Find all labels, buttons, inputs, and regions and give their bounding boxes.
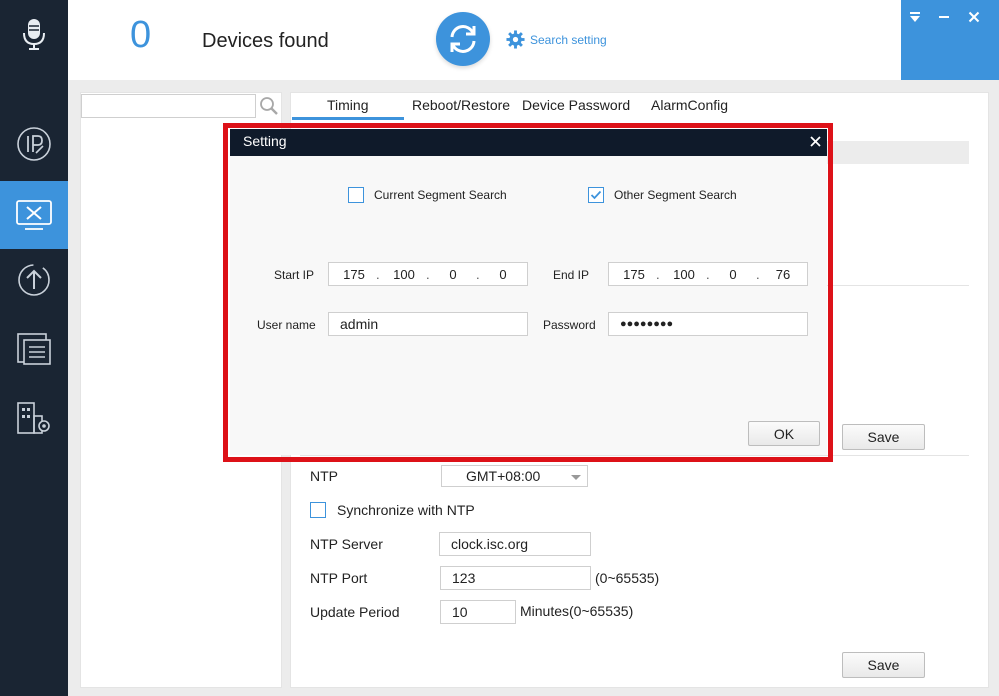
ntp-server-input[interactable]: clock.isc.org	[439, 532, 591, 556]
sync-ntp-label: Synchronize with NTP	[337, 502, 475, 518]
sidebar	[0, 0, 68, 696]
upgrade-icon	[18, 264, 50, 296]
ip-separator: .	[706, 267, 710, 282]
refresh-search-button[interactable]	[436, 12, 490, 66]
dialog-close-button[interactable]	[806, 131, 824, 151]
ntp-port-input[interactable]: 123	[440, 566, 591, 590]
ip-octet[interactable]: 0	[488, 267, 518, 282]
search-icon	[260, 97, 278, 115]
devices-found-label: Devices found	[202, 30, 329, 52]
config-tabs: Timing Reboot/Restore Device Password Al…	[290, 92, 989, 120]
close-icon	[968, 11, 980, 23]
ip-octet[interactable]: 100	[669, 267, 699, 282]
ip-icon	[17, 127, 51, 161]
refresh-icon	[450, 25, 476, 53]
menu-down-icon	[910, 12, 920, 22]
end-ip-label: End IP	[553, 268, 590, 282]
microphone-icon	[23, 19, 45, 50]
tab-reboot-restore[interactable]: Reboot/Restore	[412, 97, 510, 113]
device-search-button[interactable]	[259, 96, 279, 116]
sidebar-item-device-config[interactable]	[0, 181, 68, 249]
tab-device-password[interactable]: Device Password	[522, 97, 630, 113]
sidebar-item-upgrade[interactable]	[0, 246, 68, 314]
sidebar-item-document[interactable]	[0, 315, 68, 383]
timezone-value: GMT+08:00	[466, 468, 541, 484]
other-segment-checkbox[interactable]	[588, 187, 604, 203]
building-settings-icon	[17, 402, 50, 434]
ip-separator: .	[656, 267, 660, 282]
sidebar-item-building[interactable]	[0, 384, 68, 452]
gear-icon	[506, 30, 525, 49]
tab-timing[interactable]: Timing	[327, 97, 369, 113]
timezone-select[interactable]: GMT+08:00	[441, 465, 588, 487]
search-setting-dialog	[230, 129, 827, 455]
ip-separator: .	[476, 267, 480, 282]
ip-separator: .	[756, 267, 760, 282]
update-period-label: Update Period	[310, 604, 400, 620]
save-ntp-button[interactable]: Save	[842, 652, 925, 678]
device-search-input[interactable]	[81, 94, 256, 118]
ip-octet[interactable]: 0	[438, 267, 468, 282]
current-segment-checkbox[interactable]	[348, 187, 364, 203]
password-label: Password	[543, 318, 596, 332]
chevron-down-icon	[571, 475, 581, 480]
document-list-icon	[17, 333, 51, 365]
ip-separator: .	[376, 267, 380, 282]
close-icon	[809, 135, 821, 147]
ntp-port-range: (0~65535)	[595, 570, 660, 586]
ip-octet[interactable]: 100	[389, 267, 419, 282]
device-config-icon	[16, 200, 52, 230]
active-tab-indicator	[292, 117, 404, 120]
ip-octet[interactable]: 0	[718, 267, 748, 282]
minimize-button[interactable]	[935, 8, 953, 26]
search-setting-label: Search setting	[530, 32, 607, 47]
checkmark-icon	[590, 190, 602, 200]
ip-separator: .	[426, 267, 430, 282]
dialog-title: Setting	[243, 133, 287, 149]
end-ip-input[interactable]: 175 . 100 . 0 . 76	[608, 262, 808, 286]
ip-octet[interactable]: 175	[339, 267, 369, 282]
sidebar-item-ip[interactable]	[0, 110, 68, 178]
other-segment-label: Other Segment Search	[614, 188, 737, 202]
start-ip-label: Start IP	[274, 268, 315, 282]
update-period-unit: Minutes(0~65535)	[520, 603, 634, 619]
search-setting-link[interactable]: Search setting	[506, 30, 607, 49]
ip-octet[interactable]: 76	[768, 267, 798, 282]
username-label: User name	[257, 318, 316, 332]
current-segment-label: Current Segment Search	[374, 188, 507, 202]
ip-octet[interactable]: 175	[619, 267, 649, 282]
password-input[interactable]: ●●●●●●●●	[608, 312, 808, 336]
device-count: 0	[130, 14, 152, 56]
menu-dropdown-button[interactable]	[906, 8, 924, 26]
update-period-input[interactable]: 10	[440, 600, 516, 624]
sidebar-item-voice[interactable]	[0, 0, 68, 68]
ok-button[interactable]: OK	[748, 421, 820, 446]
dialog-title-bar	[230, 129, 827, 156]
save-button[interactable]: Save	[842, 424, 925, 450]
ntp-server-label: NTP Server	[310, 536, 383, 552]
username-input[interactable]: admin	[328, 312, 528, 336]
minimize-icon	[939, 16, 949, 18]
tab-alarm-config[interactable]: AlarmConfig	[651, 97, 728, 113]
start-ip-input[interactable]: 175 . 100 . 0 . 0	[328, 262, 528, 286]
ntp-label: NTP	[310, 468, 338, 484]
sync-ntp-checkbox[interactable]	[310, 502, 326, 518]
ntp-port-label: NTP Port	[310, 570, 368, 586]
close-button[interactable]	[965, 8, 983, 26]
window-controls	[901, 0, 999, 80]
